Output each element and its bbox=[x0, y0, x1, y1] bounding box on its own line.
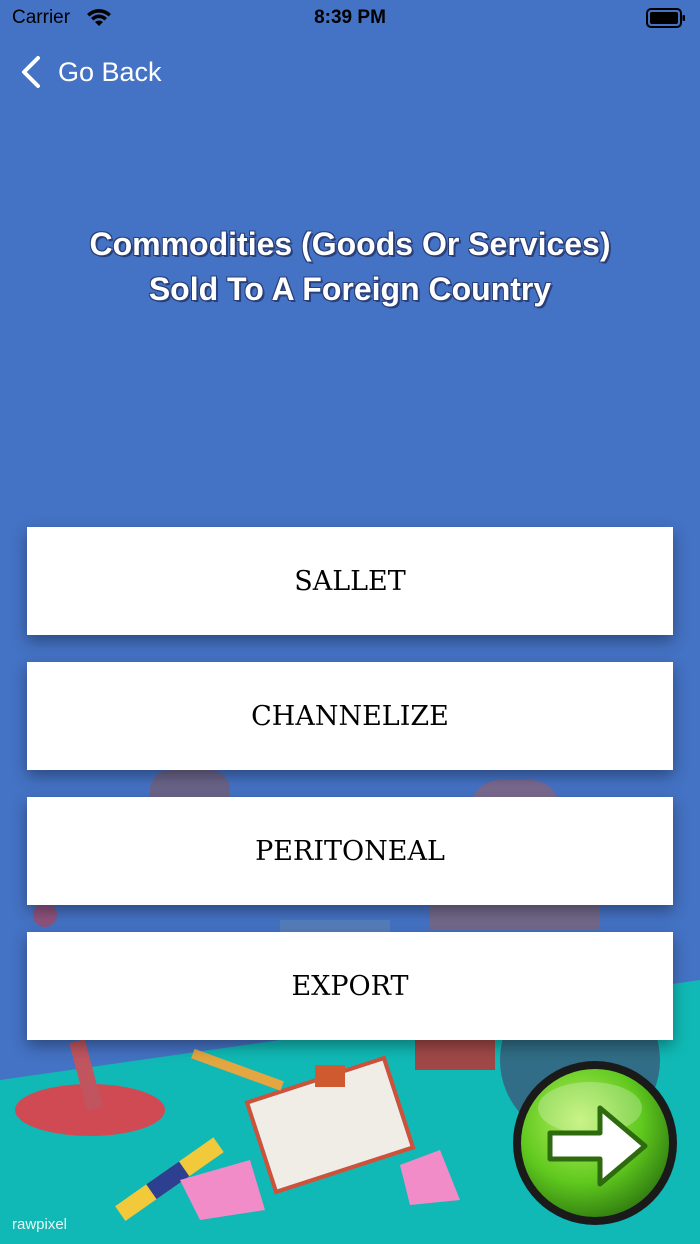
question-text: Commodities (Goods Or Services) Sold To … bbox=[30, 222, 670, 312]
question-line-1: Commodities (Goods Or Services) bbox=[89, 226, 611, 262]
answer-option-1[interactable]: SALLET bbox=[27, 527, 673, 635]
answer-option-2[interactable]: CHANNELIZE bbox=[27, 662, 673, 770]
chevron-left-icon bbox=[22, 56, 40, 88]
rawpixel-watermark: rawpixel bbox=[12, 1216, 68, 1233]
status-bar: Carrier 8:39 PM bbox=[0, 0, 700, 36]
answer-option-3[interactable]: PERITONEAL bbox=[27, 797, 673, 905]
clock: 8:39 PM bbox=[314, 7, 386, 28]
next-button[interactable] bbox=[510, 1058, 680, 1228]
battery-icon bbox=[646, 8, 685, 28]
question-line-2: Sold To A Foreign Country bbox=[148, 271, 552, 307]
go-back-button[interactable]: Go Back bbox=[18, 52, 162, 92]
answer-option-4[interactable]: EXPORT bbox=[27, 932, 673, 1040]
go-back-label: Go Back bbox=[58, 56, 162, 87]
